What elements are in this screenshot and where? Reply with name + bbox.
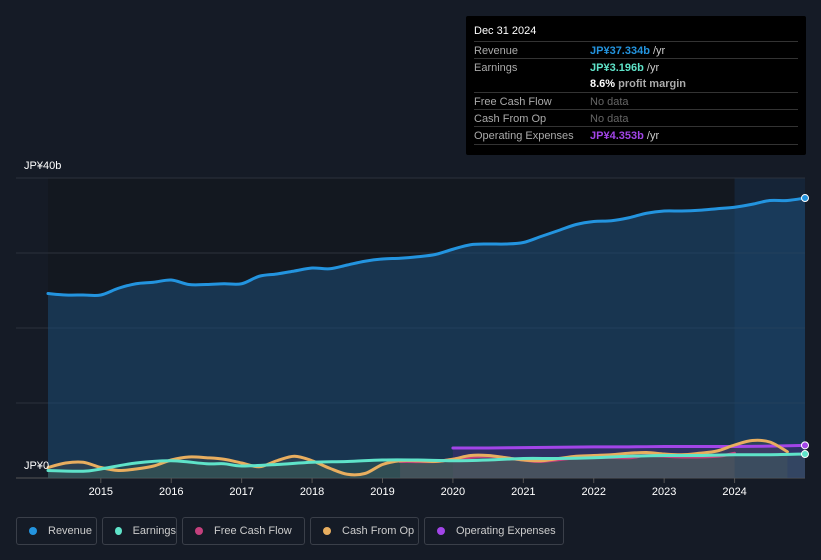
- legend-item-cash-from-op[interactable]: Cash From Op: [310, 517, 419, 545]
- x-tick-label: 2020: [441, 486, 465, 498]
- tooltip-row-revenue: Revenue JP¥37.334b /yr: [474, 41, 798, 59]
- tooltip-row-cfo: Cash From Op No data: [474, 109, 798, 127]
- legend-item-operating-expenses[interactable]: Operating Expenses: [424, 517, 564, 545]
- tooltip: Dec 31 2024 Revenue JP¥37.334b /yr Earni…: [466, 16, 806, 155]
- legend-dot-icon: [195, 527, 203, 535]
- legend-dot-icon: [29, 527, 37, 535]
- tooltip-unit: profit margin: [615, 78, 686, 90]
- endpoint-operating-expenses: [801, 441, 809, 450]
- tooltip-value: No data: [590, 96, 629, 108]
- legend-label: Free Cash Flow: [214, 525, 292, 537]
- legend-dot-icon: [115, 527, 122, 535]
- tooltip-value: No data: [590, 113, 629, 125]
- legend-item-free-cash-flow[interactable]: Free Cash Flow: [182, 517, 305, 545]
- tooltip-date: Dec 31 2024: [474, 25, 537, 37]
- legend-item-earnings[interactable]: Earnings: [102, 517, 177, 545]
- tooltip-label: Cash From Op: [474, 113, 547, 125]
- tooltip-unit: /yr: [643, 62, 660, 74]
- tooltip-unit: /yr: [649, 45, 666, 57]
- legend-dot-icon: [437, 527, 445, 535]
- legend-label: Cash From Op: [342, 525, 415, 537]
- x-tick-label: 2018: [300, 486, 324, 498]
- x-axis-ticks: 2015 2016 2017 2018 2019 2020 2021 2022 2023 2024: [89, 478, 747, 498]
- x-tick-label: 2017: [229, 486, 253, 498]
- tooltip-value: JP¥4.353b: [590, 130, 644, 142]
- tooltip-value: JP¥37.334b: [590, 45, 650, 57]
- tooltip-unit: /yr: [643, 130, 660, 142]
- endpoint-earnings: [801, 450, 809, 459]
- legend-dot-icon: [323, 527, 331, 535]
- tooltip-row-margin: 8.6% profit margin: [474, 75, 798, 92]
- tooltip-label: Earnings: [474, 62, 518, 74]
- x-tick-label: 2015: [89, 486, 113, 498]
- legend-label: Revenue: [48, 525, 93, 537]
- x-tick-label: 2024: [722, 486, 746, 498]
- tooltip-value: JP¥3.196b: [590, 62, 644, 74]
- tooltip-label: Free Cash Flow: [474, 96, 552, 108]
- y-axis-min-label: JP¥0: [24, 460, 50, 472]
- tooltip-value: 8.6%: [590, 78, 616, 90]
- tooltip-row-earnings: Earnings JP¥3.196b /yr: [474, 58, 798, 76]
- endpoint-revenue: [801, 194, 809, 203]
- tooltip-row-fcf: Free Cash Flow No data: [474, 92, 798, 110]
- x-tick-label: 2016: [159, 486, 183, 498]
- y-axis-max-label: JP¥40b: [24, 160, 62, 172]
- x-tick-label: 2023: [652, 486, 676, 498]
- legend-label: Operating Expenses: [456, 525, 556, 537]
- x-tick-label: 2019: [370, 486, 394, 498]
- tooltip-row-opex: Operating Expenses JP¥4.353b /yr: [474, 126, 798, 145]
- legend-label: Earnings: [132, 525, 176, 537]
- x-tick-label: 2022: [582, 486, 606, 498]
- x-tick-label: 2021: [511, 486, 535, 498]
- tooltip-label: Operating Expenses: [474, 130, 574, 142]
- legend-item-revenue[interactable]: Revenue: [16, 517, 97, 545]
- tooltip-label: Revenue: [474, 45, 519, 57]
